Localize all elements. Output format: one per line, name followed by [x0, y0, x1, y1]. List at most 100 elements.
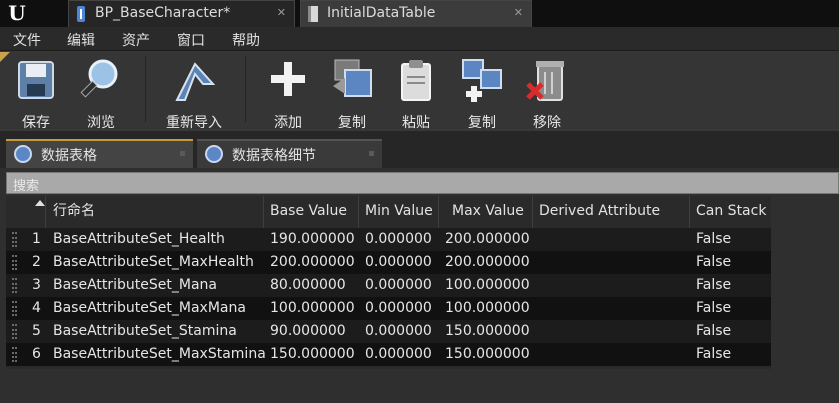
can-stack-cell[interactable]: False [690, 228, 731, 251]
derived-info-cell[interactable] [533, 274, 539, 297]
reimport-icon [175, 62, 216, 101]
min-value-cell[interactable]: 0.000000 [359, 274, 432, 297]
row-index: 3 [32, 277, 41, 293]
table-row[interactable]: 2 BaseAttributeSet_MaxHealth 200.000000 … [6, 251, 771, 274]
can-stack-cell[interactable]: False [690, 343, 731, 366]
table-row[interactable]: 1 BaseAttributeSet_Health 190.000000 0.0… [6, 228, 771, 251]
header-min-value[interactable]: Min Value [359, 196, 439, 228]
min-value-cell[interactable]: 0.000000 [359, 297, 432, 320]
header-index[interactable] [6, 196, 46, 228]
row-name: BaseAttributeSet_Health [53, 231, 225, 247]
title-bar: U BP_BaseCharacter* ✕ InitialDataTable ✕ [0, 0, 839, 27]
header-derived-attribute-info[interactable]: Derived Attribute Info [533, 196, 690, 249]
tab-data-table-label: 数据表格 [41, 148, 97, 164]
derived-info-cell[interactable] [533, 320, 539, 343]
reimport-button[interactable]: 重新导入 [158, 56, 230, 131]
header-can-stack[interactable]: Can Stack [690, 196, 771, 228]
base-value-cell[interactable]: 200.000000 [264, 251, 355, 274]
max-value-cell[interactable]: 150.000000 [439, 343, 530, 366]
header-max-value[interactable]: Max Value [439, 196, 533, 228]
min-value-cell[interactable]: 0.000000 [359, 343, 432, 366]
toolbar-separator [245, 56, 246, 122]
table-row[interactable]: 3 BaseAttributeSet_Mana 80.000000 0.0000… [6, 274, 771, 297]
tab-options-icon[interactable] [180, 151, 185, 156]
derived-info-cell[interactable] [533, 251, 539, 274]
tab-options-icon[interactable] [369, 151, 374, 156]
base-value-cell[interactable]: 90.000000 [264, 320, 346, 343]
close-icon[interactable]: ✕ [514, 6, 523, 19]
can-stack-cell[interactable]: False [690, 251, 731, 274]
base-value-cell[interactable]: 80.000000 [264, 274, 346, 297]
drag-handle-icon[interactable] [12, 347, 17, 362]
max-value-cell[interactable]: 200.000000 [439, 228, 530, 251]
document-tab-bp-basecharacter[interactable]: BP_BaseCharacter* ✕ [68, 0, 295, 27]
row-name: BaseAttributeSet_Mana [53, 277, 218, 293]
table-row[interactable]: 4 BaseAttributeSet_MaxMana 100.000000 0.… [6, 297, 771, 320]
min-value-cell[interactable]: 0.000000 [359, 251, 432, 274]
remove-label: 移除 [533, 115, 561, 131]
tab-data-table-details-label: 数据表格细节 [232, 148, 316, 164]
row-index: 4 [32, 300, 41, 316]
table-row[interactable]: 5 BaseAttributeSet_Stamina 90.000000 0.0… [6, 320, 771, 343]
header-base-value[interactable]: Base Value [264, 196, 359, 228]
row-name: BaseAttributeSet_MaxStamina [53, 346, 266, 362]
row-name: BaseAttributeSet_MaxHealth [53, 254, 254, 270]
tab-data-table[interactable]: 数据表格 [6, 139, 193, 168]
document-tab-initialdatatable[interactable]: InitialDataTable ✕ [300, 0, 532, 27]
copy-button[interactable]: 复制 [324, 56, 380, 131]
duplicate-button[interactable]: 复制 [454, 56, 510, 131]
row-index: 6 [32, 346, 41, 362]
magnifier-icon [80, 59, 118, 98]
add-row-button[interactable]: 添加 [262, 56, 314, 131]
drag-handle-icon[interactable] [12, 324, 17, 339]
can-stack-cell[interactable]: False [690, 274, 731, 297]
min-value-cell[interactable]: 0.000000 [359, 320, 432, 343]
data-table-icon [308, 6, 318, 22]
tab-data-table-details[interactable]: 数据表格细节 [197, 139, 382, 168]
drag-handle-icon[interactable] [12, 278, 17, 293]
remove-button[interactable]: 移除 [518, 56, 576, 131]
clipboard-icon [401, 60, 431, 101]
menu-edit[interactable]: 编辑 [67, 30, 95, 50]
search-input[interactable]: 搜索 [6, 172, 839, 194]
copy-icon [333, 59, 372, 97]
browse-button[interactable]: 浏览 [72, 56, 130, 131]
derived-info-cell[interactable] [533, 228, 539, 251]
can-stack-cell[interactable]: False [690, 297, 731, 320]
table-row[interactable]: 6 BaseAttributeSet_MaxStamina 150.000000… [6, 343, 771, 366]
menu-asset[interactable]: 资产 [122, 30, 150, 50]
max-value-cell[interactable]: 100.000000 [439, 297, 530, 320]
max-value-cell[interactable]: 100.000000 [439, 274, 530, 297]
trash-icon [526, 61, 564, 101]
save-button[interactable]: 保存 [8, 56, 64, 131]
save-label: 保存 [22, 115, 50, 131]
reimport-label: 重新导入 [166, 115, 222, 131]
paste-button[interactable]: 粘贴 [388, 56, 444, 131]
drag-handle-icon[interactable] [12, 232, 17, 247]
max-value-cell[interactable]: 150.000000 [439, 320, 530, 343]
base-value-cell[interactable]: 100.000000 [264, 297, 355, 320]
derived-info-cell[interactable] [533, 297, 539, 320]
toolbar-separator [145, 56, 146, 122]
menu-window[interactable]: 窗口 [177, 30, 205, 50]
header-row-name[interactable]: 行命名 [46, 196, 264, 228]
drag-handle-icon[interactable] [12, 255, 17, 270]
can-stack-cell[interactable]: False [690, 320, 731, 343]
close-icon[interactable]: ✕ [277, 6, 286, 19]
table-header: 行命名 Base Value Min Value Max Value Deriv… [6, 196, 771, 249]
min-value-cell[interactable]: 0.000000 [359, 228, 432, 251]
menu-file[interactable]: 文件 [13, 30, 41, 50]
base-value-cell[interactable]: 190.000000 [264, 228, 355, 251]
row-index: 2 [32, 254, 41, 270]
max-value-cell[interactable]: 200.000000 [439, 251, 530, 274]
derived-info-cell[interactable] [533, 343, 539, 366]
search-placeholder: 搜索 [13, 179, 40, 194]
corner-accent [0, 52, 10, 62]
row-name: BaseAttributeSet_Stamina [53, 323, 237, 339]
base-value-cell[interactable]: 150.000000 [264, 343, 355, 366]
menu-help[interactable]: 帮助 [232, 30, 260, 50]
duplicate-icon [462, 59, 502, 102]
sort-ascending-icon [35, 200, 45, 206]
info-icon [205, 145, 223, 163]
drag-handle-icon[interactable] [12, 301, 17, 316]
